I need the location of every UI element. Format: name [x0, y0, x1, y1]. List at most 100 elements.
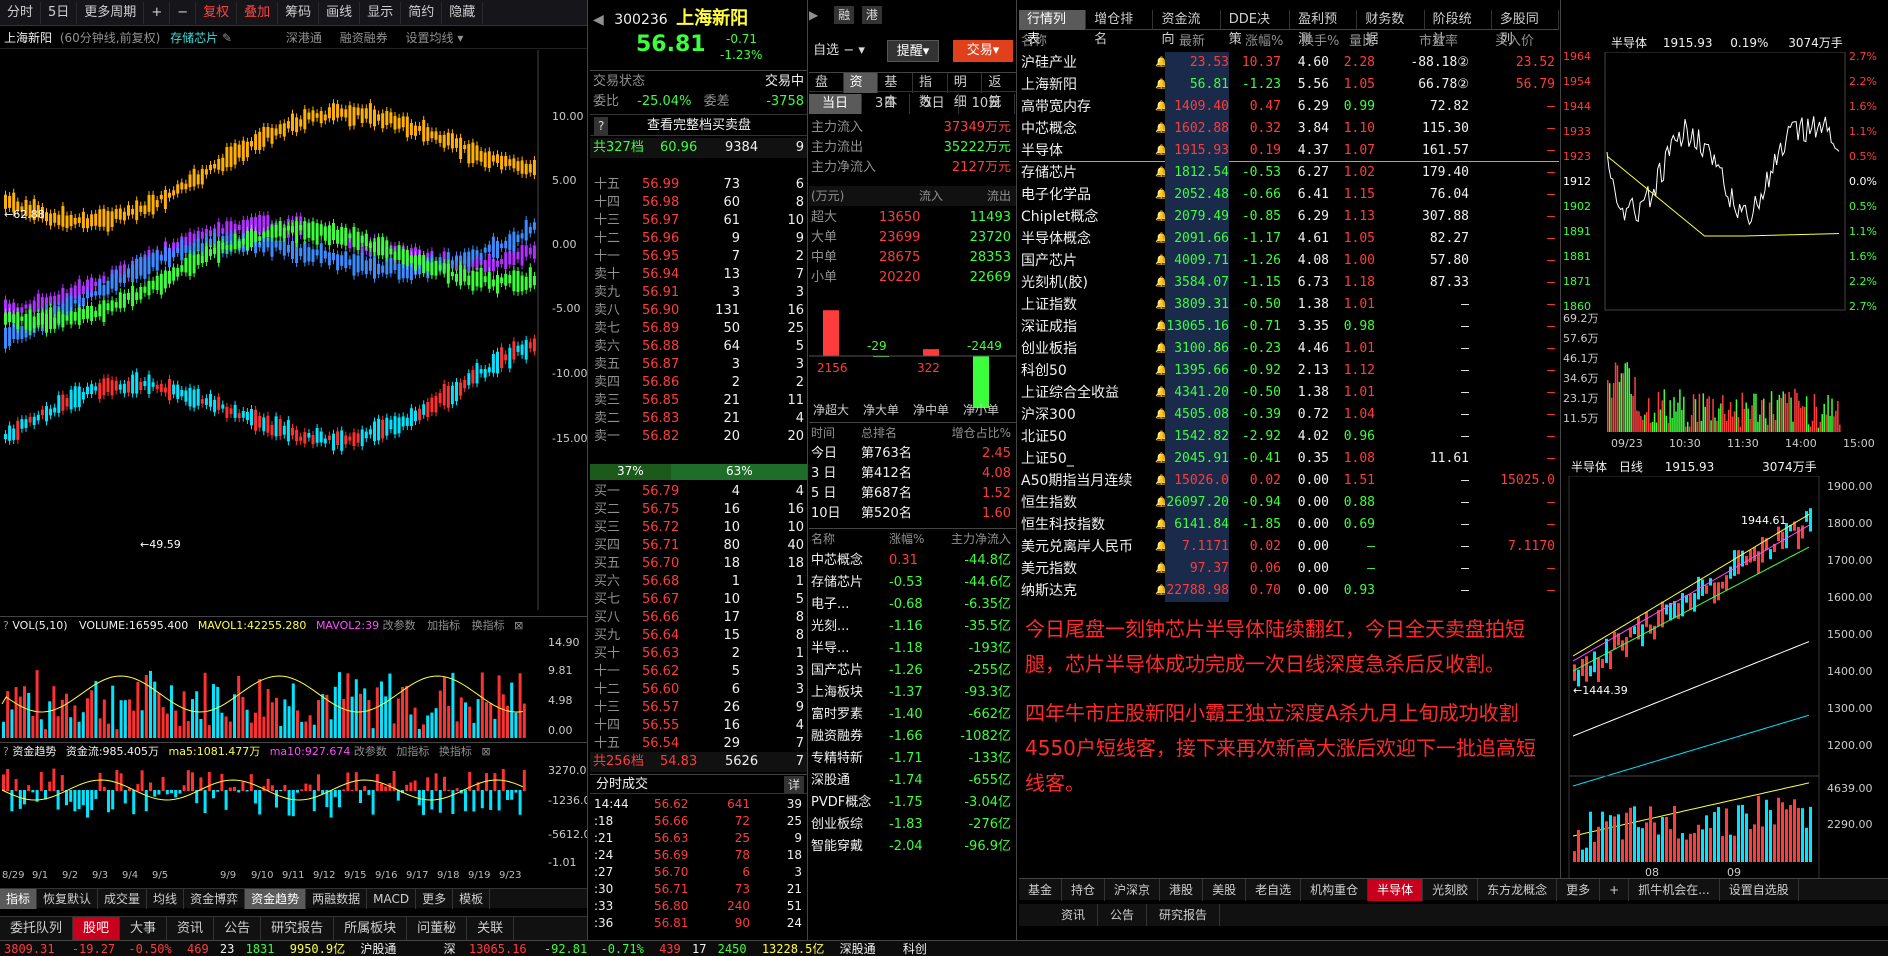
fund-tab-1[interactable]: 资金	[843, 73, 879, 110]
chart-link-1[interactable]: 融资融券	[340, 31, 388, 45]
indicator-tab-1[interactable]: 恢复默认	[37, 889, 99, 909]
bottom-tab-4[interactable]: 公告	[214, 917, 262, 940]
close-icon[interactable]: ⊠	[481, 745, 490, 758]
sell-order-row[interactable]: 卖五 56.87 3 3	[590, 356, 807, 374]
indicator-tab-0[interactable]: 指标	[0, 889, 38, 909]
market-tab-2[interactable]: 资金流向	[1153, 10, 1221, 47]
indicator-tab-9[interactable]: 模板	[453, 889, 491, 909]
mini-intraday-chart[interactable]: 1964195419441933192319121902189118811871…	[1561, 52, 1888, 454]
fund-tab-0[interactable]: 盘口	[809, 73, 844, 110]
market-row[interactable]: 高带宽内存 🔔 1409.40 0.47 6.29 0.99 72.82—	[1019, 96, 1559, 118]
period-tab-0[interactable]: 当日	[809, 94, 863, 114]
market-row[interactable]: 上证50_ 🔔 2045.91 -0.41 0.35 1.08 11.61—	[1019, 448, 1559, 470]
market-row[interactable]: 存储芯片 🔔 1812.54 -0.53 6.27 1.02 179.40—	[1019, 162, 1559, 184]
sector-row[interactable]: 电子... -0.68 -6.35亿	[809, 594, 1016, 616]
buy-order-row[interactable]: 十一 56.62 5 3	[590, 663, 807, 681]
market-head-cell[interactable]: 最新	[1179, 32, 1205, 52]
market-row[interactable]: 美元指数 🔔 97.37 0.06 0.00— — —	[1019, 558, 1559, 580]
sell-order-row[interactable]: 十三 56.97 61 10	[590, 212, 807, 230]
sector-tab-7[interactable]: 半导体	[1368, 879, 1424, 901]
vol-switch-button[interactable]: 换指标	[472, 619, 505, 632]
sell-order-row[interactable]: 卖三 56.85 21 11	[590, 392, 807, 410]
sector-tab-11[interactable]: +	[1600, 879, 1630, 901]
sell-order-row[interactable]: 卖一 56.82 20 20	[590, 428, 807, 446]
market-head-cell[interactable]: 涨幅%	[1245, 32, 1283, 52]
fund-switch-button[interactable]: 换指标	[439, 745, 472, 758]
remind-button[interactable]: 提醒▾	[887, 40, 939, 62]
market-row[interactable]: 沪硅产业 🔔 23.53 10.37 4.60 2.28 -88.18② 23.52	[1019, 52, 1559, 74]
market-row[interactable]: 北证50 🔔 1542.82 -2.92 4.02 0.96— —	[1019, 426, 1559, 448]
toolbar-button-7[interactable]: 筹码	[278, 1, 320, 24]
indicator-tab-3[interactable]: 均线	[147, 889, 185, 909]
market-head-cell[interactable]: 名称	[1021, 32, 1047, 52]
market-tab-6[interactable]: 阶段统计	[1425, 10, 1492, 47]
sector-row[interactable]: 融资融券 -1.66 -1082亿	[809, 726, 1016, 748]
bottom-tab-0[interactable]: 委托队列	[0, 917, 74, 940]
buy-order-row[interactable]: 买二 56.75 16 16	[590, 501, 807, 519]
market-head-cell[interactable]: 市盈率	[1419, 32, 1458, 52]
sector-tab-6[interactable]: 机构重仓	[1301, 879, 1369, 901]
toolbar-button-0[interactable]: 分时	[0, 1, 42, 24]
bottom-tab-5[interactable]: 研究报告	[261, 917, 335, 940]
close-icon[interactable]: ⊠	[514, 619, 523, 632]
indicator-tab-7[interactable]: MACD	[367, 889, 417, 909]
sell-order-row[interactable]: 卖六 56.88 64 5	[590, 338, 807, 356]
sell-order-row[interactable]: 十二 56.96 9 9	[590, 230, 807, 248]
period-tab-2[interactable]: 5日	[910, 94, 959, 114]
toolbar-button-8[interactable]: 画线	[319, 1, 361, 24]
indicator-tab-8[interactable]: 更多	[416, 889, 454, 909]
collapse-icon[interactable]: ?	[3, 745, 9, 758]
toolbar-button-3[interactable]: +	[144, 1, 171, 24]
fund-chart[interactable]: 3270.00-1236.00-5612.00-1.01	[0, 760, 588, 870]
sector-tab-12[interactable]: 抓牛机会在...	[1629, 879, 1720, 901]
chart-link-2[interactable]: 设置均线	[406, 31, 454, 45]
sector-row[interactable]: 专精特新 -1.71 -133亿	[809, 748, 1016, 770]
buy-order-row[interactable]: 买三 56.72 10 10	[590, 519, 807, 537]
mini-daily-chart[interactable]: 1900.001800.001700.001600.001500.001400.…	[1561, 476, 1888, 880]
market-tab-1[interactable]: 增仓排名	[1086, 10, 1154, 47]
sector-row[interactable]: 光刻... -1.16 -35.5亿	[809, 616, 1016, 638]
prev-stock-icon[interactable]: ◀	[593, 12, 604, 28]
toolbar-button-4[interactable]: −	[170, 1, 197, 24]
period-tab-1[interactable]: 3日	[862, 94, 911, 114]
sector-row[interactable]: 富时罗素 -1.40 -662亿	[809, 704, 1016, 726]
collapse-icon[interactable]: ?	[3, 619, 9, 632]
sell-order-row[interactable]: 卖九 56.91 3 3	[590, 284, 807, 302]
market-row[interactable]: 上证综合全收益 🔔 4341.20 -0.50 1.38 1.01— —	[1019, 382, 1559, 404]
buy-order-row[interactable]: 买八 56.66 17 8	[590, 609, 807, 627]
sector-row[interactable]: 深股通 -1.74 -655亿	[809, 770, 1016, 792]
fund-tab-5[interactable]: 返笼	[982, 73, 1016, 110]
trade-button[interactable]: 交易▾	[953, 40, 1013, 62]
market-row[interactable]: 美元兑离岸人民币 🔔 7.1171 0.02 0.00— —7.1170	[1019, 536, 1559, 558]
sector-row[interactable]: 中芯概念 0.31 -44.8亿	[809, 550, 1016, 572]
sub-tab-0[interactable]: 资讯	[1049, 904, 1099, 926]
sz-connect[interactable]: 深股通	[840, 942, 876, 956]
buy-order-row[interactable]: 买十 56.63 2 1	[590, 645, 807, 663]
next-stock-icon[interactable]: ▶	[809, 8, 818, 22]
bottom-tab-7[interactable]: 问董秘	[407, 917, 468, 940]
full-book-button[interactable]: ? 查看完整档买卖盘	[590, 114, 807, 136]
market-row[interactable]: 深证成指 🔔 13065.16 -0.71 3.35 0.98— —	[1019, 316, 1559, 338]
sector-row[interactable]: 智能穿戴 -2.04 -96.9亿	[809, 836, 1016, 858]
sell-order-row[interactable]: 卖二 56.83 21 4	[590, 410, 807, 428]
sector-row[interactable]: 半导... -1.18 -193亿	[809, 638, 1016, 660]
buy-order-row[interactable]: 买五 56.70 18 18	[590, 555, 807, 573]
fund-edit-button[interactable]: 改参数	[354, 745, 387, 758]
buy-order-row[interactable]: 买七 56.67 10 5	[590, 591, 807, 609]
bottom-tab-1[interactable]: 股吧	[73, 917, 121, 940]
sell-order-row[interactable]: 卖四 56.86 2 2	[590, 374, 807, 392]
market-row[interactable]: 恒生科技指数 🔔 6141.84 -1.85 0.00 0.69— —	[1019, 514, 1559, 536]
sector-tab-10[interactable]: 更多	[1557, 879, 1601, 901]
bottom-tab-3[interactable]: 资讯	[167, 917, 215, 940]
sector-row[interactable]: 国产芯片 -1.26 -255亿	[809, 660, 1016, 682]
bottom-tab-2[interactable]: 大事	[120, 917, 168, 940]
market-row[interactable]: 电子化学品 🔔 2052.48 -0.66 6.41 1.15 76.04—	[1019, 184, 1559, 206]
market-row[interactable]: 光刻机(胶) 🔔 3584.07 -1.15 6.73 1.18 87.33—	[1019, 272, 1559, 294]
market-row[interactable]: A50期指当月连续 🔔 15026.0 0.02 0.00 1.51—15025.0	[1019, 470, 1559, 492]
indicator-tab-4[interactable]: 资金博弈	[184, 889, 246, 909]
sector-tab-8[interactable]: 光刻胶	[1423, 879, 1479, 901]
market-tab-5[interactable]: 财务数据	[1357, 10, 1425, 47]
vol-edit-button[interactable]: 改参数	[383, 619, 416, 632]
vol-add-button[interactable]: 加指标	[427, 619, 460, 632]
market-row[interactable]: 上证指数 🔔 3809.31 -0.50 1.38 1.01— —	[1019, 294, 1559, 316]
